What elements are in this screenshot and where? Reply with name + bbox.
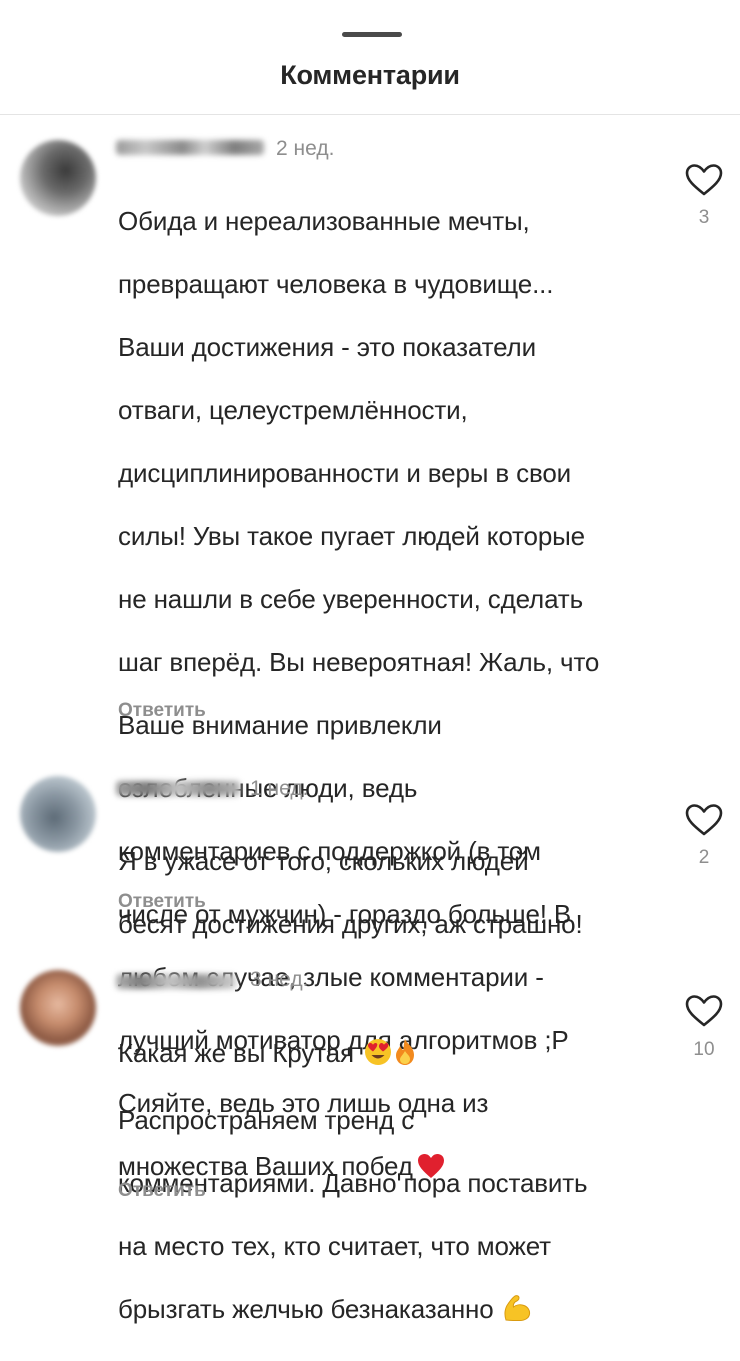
username-blurred[interactable]	[116, 974, 236, 989]
avatar[interactable]	[20, 776, 96, 852]
comment-line: бесят достижения других, аж страшно!	[118, 908, 583, 939]
like-count: 3	[698, 207, 710, 228]
comment-line-first: Какая же вы Крутая	[118, 1038, 663, 1074]
comment-line: Обида и нереализованные мечты,	[118, 205, 530, 236]
comment-line: на место тех, кто считает, что может	[118, 1230, 551, 1261]
like-count: 2	[698, 847, 710, 868]
like-heart-icon[interactable]	[684, 163, 724, 197]
reply-button[interactable]: Ответить	[118, 700, 206, 722]
comment-line: превращают человека в чудовище...	[118, 268, 554, 299]
comment-line: Ваши достижения - это показатели	[118, 331, 536, 362]
comment-line: отваги, целеустремлённости,	[118, 394, 468, 425]
comment-line: Распространяем тренд с	[118, 1104, 415, 1135]
comment-timestamp: 3 нед.	[250, 968, 309, 991]
comments-sheet-header: Комментарии	[0, 0, 740, 115]
comment-line: брызгать желчью безнаказанно	[118, 1293, 494, 1324]
comment-line: не нашли в себе уверенности, сделать	[118, 583, 583, 614]
like-heart-icon[interactable]	[684, 803, 724, 837]
comment-line: силы! Увы такое пугает людей которые	[118, 520, 585, 551]
username-blurred[interactable]	[116, 781, 240, 796]
reply-button[interactable]: Ответить	[118, 1180, 206, 1202]
comment-timestamp: 1 нед.	[250, 777, 309, 800]
fire-emoji	[394, 1038, 416, 1074]
flexed-biceps-emoji	[502, 1294, 532, 1330]
page-title: Комментарии	[280, 60, 460, 90]
username-blurred[interactable]	[116, 140, 264, 155]
comment-line: шаг вперёд. Вы невероятная! Жаль, что	[118, 646, 600, 677]
comment-line: дисциплинированности и веры в свои	[118, 457, 572, 488]
sheet-drag-handle[interactable]	[342, 32, 402, 37]
like-heart-icon[interactable]	[684, 994, 724, 1028]
reply-button[interactable]: Ответить	[118, 891, 206, 913]
comment-line-last: брызгать желчью безнаказанно	[118, 1294, 663, 1330]
avatar[interactable]	[20, 970, 96, 1046]
comment-timestamp: 2 нед.	[276, 137, 335, 160]
comment-line: Какая же вы Крутая	[118, 1037, 354, 1068]
like-count: 10	[693, 1039, 715, 1060]
heart-eyes-emoji	[364, 1038, 392, 1074]
comment-line: Я в ужасе от того, скольких людей	[118, 845, 529, 876]
avatar[interactable]	[20, 140, 96, 216]
